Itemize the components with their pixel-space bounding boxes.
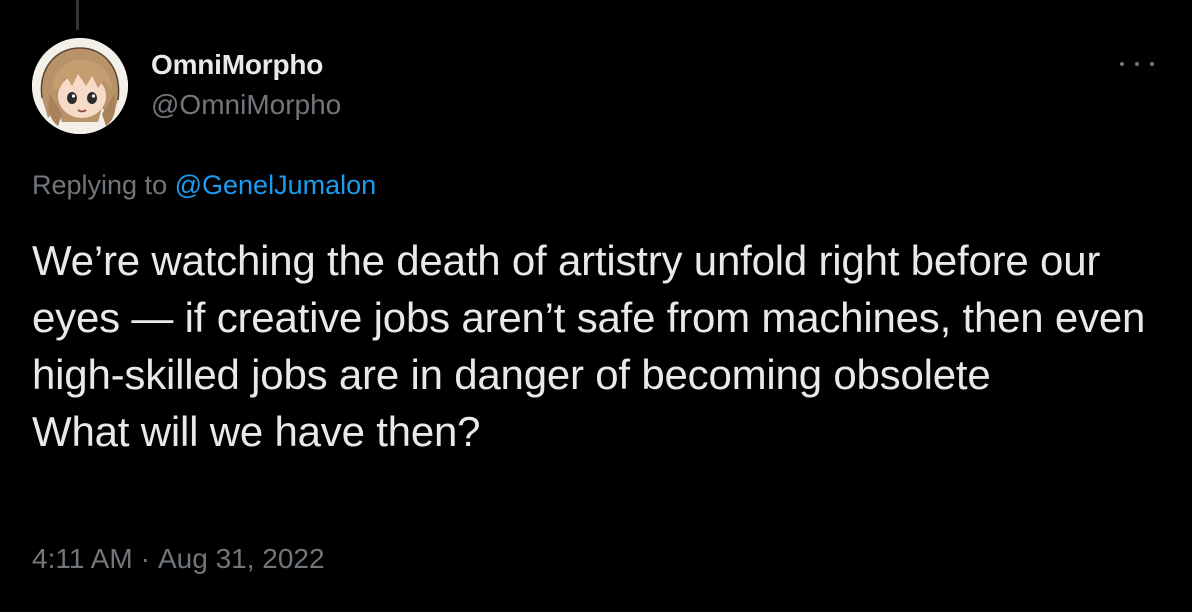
replying-to: Replying to @GenelJumalon: [32, 168, 376, 202]
more-dot: [1135, 62, 1139, 66]
tweet-date: Aug 31, 2022: [157, 543, 325, 574]
more-dot: [1120, 62, 1124, 66]
reply-mention-link[interactable]: @GenelJumalon: [175, 170, 377, 200]
tweet-timestamp[interactable]: 4:11 AM · Aug 31, 2022: [32, 542, 325, 576]
more-options-icon[interactable]: [1120, 54, 1154, 74]
avatar[interactable]: [32, 38, 128, 134]
tweet-text: We’re watching the death of artistry unf…: [32, 237, 1146, 455]
meta-separator: ·: [140, 543, 150, 574]
replying-to-label: Replying to: [32, 170, 168, 200]
author-info: OmniMorpho @OmniMorpho: [151, 48, 341, 122]
handle[interactable]: @OmniMorpho: [151, 88, 341, 122]
tweet-card: OmniMorpho @OmniMorpho Replying to @Gene…: [0, 0, 1192, 612]
tweet-time: 4:11 AM: [32, 543, 133, 574]
thread-line: [76, 0, 79, 30]
display-name[interactable]: OmniMorpho: [151, 48, 341, 82]
more-dot: [1150, 62, 1154, 66]
anime-avatar-icon: [32, 38, 128, 134]
